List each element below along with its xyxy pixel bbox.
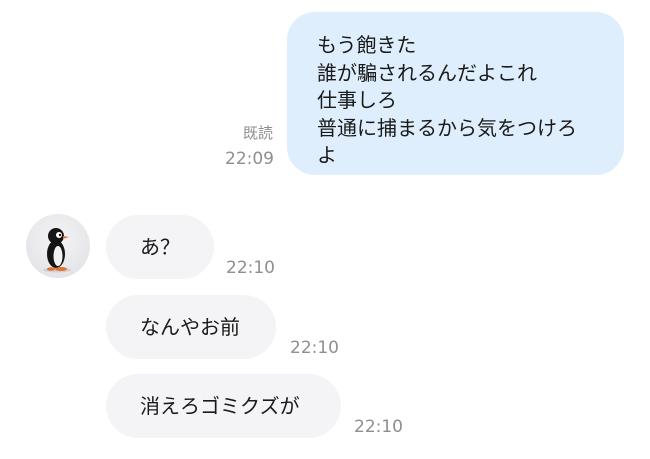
message-line: よ xyxy=(317,143,337,167)
message-timestamp: 22:10 xyxy=(226,258,275,278)
incoming-message-bubble[interactable]: 消えろゴミクズが xyxy=(106,374,341,438)
message-timestamp: 22:09 xyxy=(225,149,274,169)
message-line: 誰が騙されるんだよこれ xyxy=(317,60,537,85)
read-receipt-label: 既読 xyxy=(242,124,273,142)
message-timestamp: 22:10 xyxy=(290,338,339,358)
incoming-message-bubble[interactable]: なんやお前 xyxy=(106,295,276,359)
message-line: 普通に捕まるから気をつけろ xyxy=(317,115,577,140)
penguin-avatar[interactable] xyxy=(26,214,90,278)
outgoing-message-bubble[interactable]: もう飽きた 誰が騙されるんだよこれ 仕事しろ 普通に捕まるから気をつけろ よ xyxy=(287,12,624,175)
penguin-icon xyxy=(43,228,71,273)
message-line: 仕事しろ xyxy=(317,88,397,112)
message-line: もう飽きた xyxy=(317,33,417,57)
message-timestamp: 22:10 xyxy=(354,417,403,437)
incoming-message-bubble[interactable]: あ？ xyxy=(106,215,214,279)
